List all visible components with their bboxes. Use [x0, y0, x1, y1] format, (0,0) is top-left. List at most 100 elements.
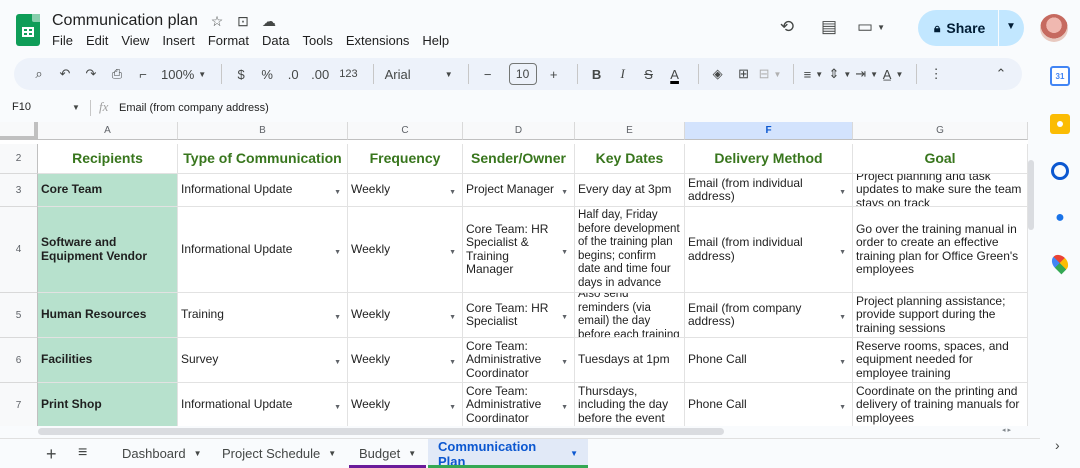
recipient-cell[interactable]: Print Shop: [38, 383, 178, 426]
dropdown-arrow-icon[interactable]: ▼: [561, 356, 568, 370]
menu-help[interactable]: Help: [422, 33, 449, 48]
goal-cell[interactable]: Go over the training manual in order to …: [853, 207, 1028, 293]
all-sheets-icon[interactable]: ≡: [78, 444, 87, 462]
delivery-cell[interactable]: Email (from individual address) ▼: [685, 174, 853, 207]
share-dropdown-icon[interactable]: ▼: [1006, 21, 1016, 32]
sheet-tab-budget[interactable]: Budget ▼: [349, 439, 427, 468]
header-cell-frequency[interactable]: Frequency: [348, 144, 463, 174]
version-history-icon[interactable]: ⟲: [776, 16, 798, 38]
header-cell-delivery[interactable]: Delivery Method: [685, 144, 853, 174]
dropdown-arrow-icon[interactable]: ▼: [449, 401, 456, 415]
column-header-f[interactable]: F: [685, 122, 853, 140]
more-formats-button[interactable]: 123: [336, 62, 360, 86]
column-header-g[interactable]: G: [853, 122, 1028, 140]
menu-tools[interactable]: Tools: [302, 33, 332, 48]
sender-cell[interactable]: Core Team: HR Specialist & Training Mana…: [463, 207, 575, 293]
more-options-icon[interactable]: ⋮: [925, 62, 947, 86]
sheet-tab-dashboard[interactable]: Dashboard ▼: [112, 439, 212, 468]
recipient-cell[interactable]: Human Resources: [38, 293, 178, 338]
dropdown-arrow-icon[interactable]: ▼: [334, 186, 341, 200]
dropdown-arrow-icon[interactable]: ▼: [839, 356, 846, 370]
header-cell-sender[interactable]: Sender/Owner: [463, 144, 575, 174]
dropdown-arrow-icon[interactable]: ▼: [449, 186, 456, 200]
star-icon[interactable]: ☆: [208, 13, 226, 30]
column-header-e[interactable]: E: [575, 122, 685, 140]
increase-decimal-button[interactable]: .00: [308, 62, 332, 86]
dropdown-arrow-icon[interactable]: ▼: [334, 356, 341, 370]
menu-insert[interactable]: Insert: [162, 33, 195, 48]
frequency-cell[interactable]: Weekly ▼: [348, 293, 463, 338]
sheets-logo-icon[interactable]: [16, 14, 40, 46]
dropdown-arrow-icon[interactable]: ▼: [561, 186, 568, 200]
header-cell-key-dates[interactable]: Key Dates: [575, 144, 685, 174]
text-wrapping-icon[interactable]: ⇥ ▼: [855, 62, 878, 86]
zoom-select[interactable]: 100% ▼: [158, 62, 209, 86]
type-cell[interactable]: Survey ▼: [178, 338, 348, 383]
collapse-toolbar-icon[interactable]: ⌃: [990, 62, 1012, 86]
key-dates-cell[interactable]: Also send reminders (via email) the day …: [575, 293, 685, 338]
comments-icon[interactable]: ▤: [818, 16, 840, 38]
recipient-cell[interactable]: Software and Equipment Vendor: [38, 207, 178, 293]
type-cell[interactable]: Informational Update ▼: [178, 207, 348, 293]
dropdown-arrow-icon[interactable]: ▼: [334, 246, 341, 260]
dropdown-arrow-icon[interactable]: ▼: [334, 311, 341, 325]
decrease-font-size-icon[interactable]: −: [477, 62, 499, 86]
sender-cell[interactable]: Core Team: Administrative Coordinator ▼: [463, 338, 575, 383]
goal-cell[interactable]: Coordinate on the printing and delivery …: [853, 383, 1028, 426]
user-avatar[interactable]: [1040, 14, 1068, 42]
currency-format-button[interactable]: $: [230, 62, 252, 86]
menu-data[interactable]: Data: [262, 33, 289, 48]
menu-extensions[interactable]: Extensions: [346, 33, 410, 48]
delivery-cell[interactable]: Email (from company address) ▼: [685, 293, 853, 338]
key-dates-cell[interactable]: Tuesdays at 1pm: [575, 338, 685, 383]
undo-icon[interactable]: ↶: [54, 62, 76, 86]
font-select[interactable]: Arial ▼: [382, 62, 456, 86]
menu-view[interactable]: View: [121, 33, 149, 48]
header-cell-type[interactable]: Type of Communication: [178, 144, 348, 174]
row-header[interactable]: 7: [0, 383, 38, 426]
column-header-d[interactable]: D: [463, 122, 575, 140]
select-all-corner[interactable]: [0, 122, 38, 140]
delivery-cell[interactable]: Email (from individual address) ▼: [685, 207, 853, 293]
header-cell-recipients[interactable]: Recipients: [38, 144, 178, 174]
horizontal-align-icon[interactable]: ≡ ▼: [802, 62, 824, 86]
sender-cell[interactable]: Core Team: Administrative Coordinator ▼: [463, 383, 575, 426]
dropdown-arrow-icon[interactable]: ▼: [839, 246, 846, 260]
key-dates-cell[interactable]: Every day at 3pm: [575, 174, 685, 207]
goal-cell[interactable]: Project planning and task updates to mak…: [853, 174, 1028, 207]
dropdown-arrow-icon[interactable]: ▼: [839, 311, 846, 325]
dropdown-arrow-icon[interactable]: ▼: [561, 246, 568, 260]
type-cell[interactable]: Training ▼: [178, 293, 348, 338]
horizontal-scrollbar[interactable]: [38, 428, 724, 435]
redo-icon[interactable]: ↷: [80, 62, 102, 86]
borders-icon[interactable]: ⊞: [733, 62, 755, 86]
merge-cells-icon[interactable]: ⊟ ▼: [759, 62, 782, 86]
goal-cell[interactable]: Reserve rooms, spaces, and equipment nee…: [853, 338, 1028, 383]
share-button[interactable]: 🔒︎ Share ▼: [918, 10, 1024, 46]
maps-icon[interactable]: [1048, 251, 1072, 275]
calendar-icon[interactable]: 31: [1050, 66, 1070, 86]
row-header[interactable]: 6: [0, 338, 38, 383]
recipient-cell[interactable]: Core Team: [38, 174, 178, 207]
contacts-icon[interactable]: ●: [1050, 208, 1070, 228]
chevron-down-icon[interactable]: ▼: [72, 103, 80, 112]
frequency-cell[interactable]: Weekly ▼: [348, 174, 463, 207]
delivery-cell[interactable]: Phone Call ▼: [685, 383, 853, 426]
font-size-input[interactable]: 10: [508, 63, 537, 85]
type-cell[interactable]: Informational Update ▼: [178, 174, 348, 207]
sheet-tab-project-schedule[interactable]: Project Schedule ▼: [212, 439, 346, 468]
dropdown-arrow-icon[interactable]: ▼: [839, 186, 846, 200]
row-header[interactable]: 5: [0, 293, 38, 338]
dropdown-arrow-icon[interactable]: ▼: [449, 356, 456, 370]
chevron-right-icon[interactable]: ›: [1055, 437, 1060, 453]
percent-format-button[interactable]: %: [256, 62, 278, 86]
add-sheet-icon[interactable]: +: [46, 444, 57, 465]
sender-cell[interactable]: Project Manager ▼: [463, 174, 575, 207]
frequency-cell[interactable]: Weekly ▼: [348, 338, 463, 383]
name-box[interactable]: F10: [12, 101, 31, 113]
search-menus-icon[interactable]: ⌕: [28, 62, 50, 86]
column-header-c[interactable]: C: [348, 122, 463, 140]
header-cell-goal[interactable]: Goal: [853, 144, 1028, 174]
menu-format[interactable]: Format: [208, 33, 249, 48]
sheet-tab-communication-plan[interactable]: Communication Plan ▼: [428, 439, 588, 468]
